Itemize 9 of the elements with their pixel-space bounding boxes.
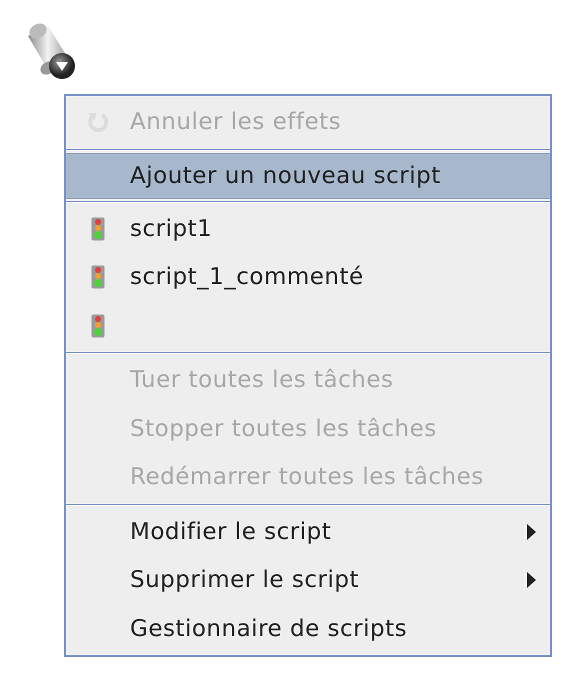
menu-item[interactable]: script1 <box>66 204 550 253</box>
menu-item[interactable]: Ajouter un nouveau script <box>66 152 550 198</box>
menu-item[interactable]: Modifier le script <box>66 508 550 556</box>
menu-item[interactable]: Supprimer le script <box>66 556 550 604</box>
menu-item[interactable]: script_1_commenté <box>66 253 550 302</box>
menu-item[interactable]: Gestionnaire de scripts <box>66 604 550 653</box>
traffic-light-icon <box>91 265 105 290</box>
traffic-light-icon <box>91 314 105 338</box>
traffic-light-icon <box>91 216 105 241</box>
